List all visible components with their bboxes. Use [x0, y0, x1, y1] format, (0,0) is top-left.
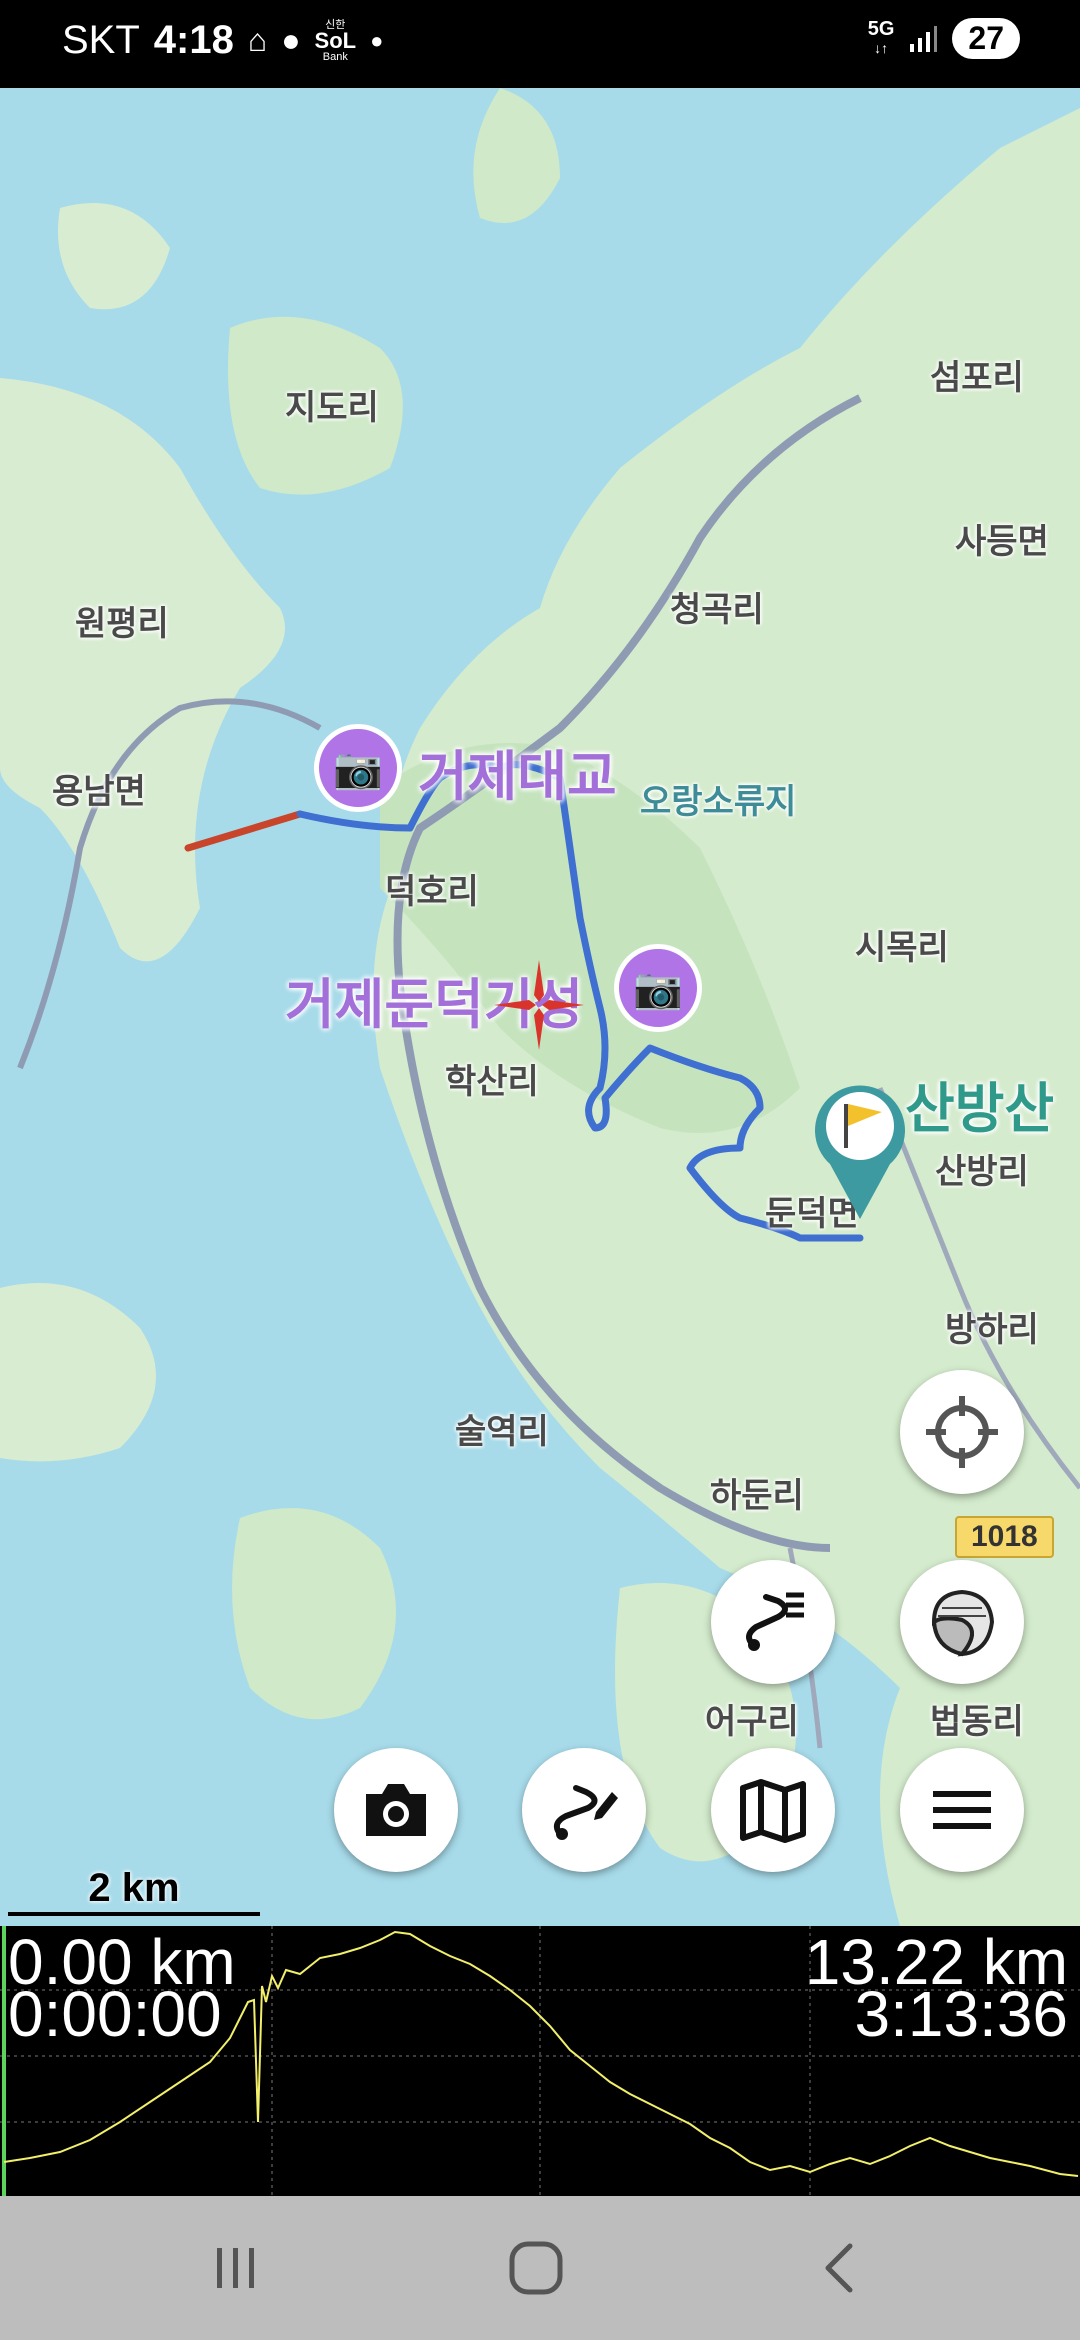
carrier-label: SKT [62, 18, 140, 62]
place-label: 섬포리 [930, 359, 1024, 397]
map-scale: 2 km [8, 1866, 260, 1916]
land-south-island [232, 1508, 396, 1720]
place-label-lake: 오랑소류지 [640, 783, 797, 821]
place-label: 사등면 [955, 523, 1049, 561]
home-icon [509, 2241, 563, 2295]
place-label: 시목리 [855, 929, 949, 967]
start-time: 0:00:00 [8, 1978, 222, 2050]
menu-button[interactable] [900, 1748, 1024, 1872]
back-button[interactable] [780, 2226, 900, 2310]
place-label: 학산리 [445, 1063, 539, 1101]
home-button[interactable] [476, 2226, 596, 2310]
flag-pin-icon[interactable] [810, 1074, 910, 1224]
back-icon [825, 2243, 853, 2293]
dot-indicator-icon: ● [370, 27, 384, 53]
map-layers-icon [931, 1589, 995, 1657]
place-label: 원평리 [75, 605, 169, 643]
route-start-segment [184, 810, 304, 852]
poi-label-bridge[interactable]: 거제대교 [418, 732, 617, 811]
recents-button[interactable] [175, 2226, 295, 2310]
scale-bar [8, 1912, 260, 1916]
map-view[interactable]: 섬포리 지도리 사등면 원평리 청곡리 용남면 오랑소류지 덕호리 시목리 학산… [0, 88, 1080, 1926]
bank-label-sol: SoL [314, 27, 357, 53]
hamburger-menu-icon [933, 1791, 991, 1829]
elevation-start-info: 0.00 km 0:00:00 [8, 1930, 236, 2050]
status-right: 5G ↓↑ 27 [868, 18, 1020, 59]
place-label: 술역리 [455, 1413, 549, 1451]
map-layers-button[interactable] [900, 1560, 1024, 1684]
network-label: 5G [867, 18, 895, 40]
land-small-island [473, 88, 560, 223]
chat-notification-icon: ● [281, 22, 301, 58]
house-notification-icon: ⌂ [247, 22, 268, 58]
place-label: 용남면 [52, 773, 146, 811]
draw-route-button[interactable] [522, 1748, 646, 1872]
poi-label-mountain[interactable]: 산방산 [905, 1064, 1054, 1143]
poi-camera-plus-icon[interactable]: 📷 [614, 944, 702, 1032]
place-label: 방하리 [945, 1311, 1039, 1349]
place-label: 지도리 [285, 389, 379, 427]
track-list-button[interactable] [711, 1560, 835, 1684]
map-select-button[interactable] [711, 1748, 835, 1872]
elevation-profile[interactable]: 0.00 km 0:00:00 13.22 km 3:13:36 [0, 1926, 1080, 2196]
land-west [0, 378, 285, 962]
road-number-badge: 1018 [955, 1516, 1054, 1558]
place-label: 산방리 [935, 1153, 1029, 1191]
map-center-crosshair-icon [494, 960, 584, 1050]
locate-button[interactable] [900, 1370, 1024, 1494]
bank-app-icon: 신한 SoL Bank [315, 19, 357, 63]
network-type-icon: 5G ↓↑ [867, 18, 895, 56]
elevation-end-info: 13.22 km 3:13:36 [805, 1930, 1068, 2046]
signal-icon [910, 25, 938, 52]
place-label: 법동리 [930, 1703, 1024, 1741]
place-label: 하둔리 [710, 1477, 804, 1515]
scale-label: 2 km [88, 1866, 180, 1910]
clock: 4:18 [153, 18, 234, 62]
route-edit-icon [553, 1785, 618, 1840]
place-label: 어구리 [705, 1703, 799, 1741]
poi-camera-plus-icon[interactable]: 📷 [314, 724, 402, 812]
bank-label-bottom: Bank [322, 50, 348, 63]
place-label: 덕호리 [385, 873, 479, 911]
camera-icon [366, 1784, 426, 1836]
map-icon [740, 1779, 806, 1843]
status-left: SKT 4:18 ⌂ ● 신한 SoL Bank ● [62, 18, 383, 63]
land-southwest [0, 1283, 156, 1462]
system-nav-bar [0, 2196, 1080, 2340]
crosshair-icon [926, 1396, 998, 1468]
land-northwest-small [58, 203, 170, 310]
route-list-icon [746, 1592, 804, 1651]
place-label: 청곡리 [670, 591, 764, 629]
battery-indicator: 27 [952, 18, 1020, 59]
recents-icon [217, 2248, 254, 2288]
status-bar: SKT 4:18 ⌂ ● 신한 SoL Bank ● 5G ↓↑ 27 [0, 0, 1080, 88]
camera-button[interactable] [334, 1748, 458, 1872]
